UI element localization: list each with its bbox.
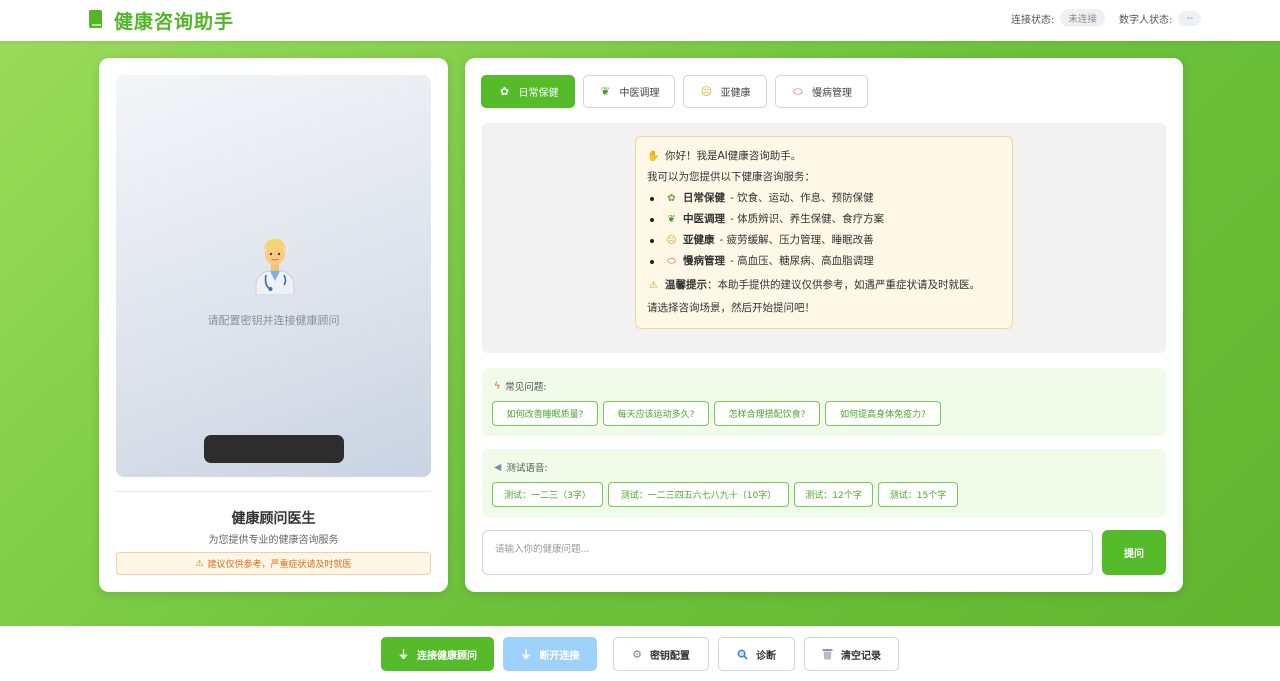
intro-line: 我可以为您提供以下健康咨询服务：: [647, 171, 815, 184]
key-config-label: 密钥配置: [649, 650, 690, 662]
service-desc: - 高血压、糖尿病、高血脂调理: [730, 255, 874, 268]
avatar-card: 请配置密钥并连接健康顾问 健康顾问医生 为您提供专业的健康咨询服务 ⚠ 建议仅供…: [99, 58, 448, 592]
bullet: [650, 238, 654, 243]
medical-disclaimer-text: 建议仅供参考，严重症状请及时就医: [207, 560, 352, 570]
bullet: [650, 259, 654, 264]
avatar-status-badge: --: [1178, 10, 1202, 26]
leaf-icon: ❦: [600, 85, 611, 98]
gear-icon: ⚙: [632, 647, 642, 661]
leaf-icon: ❦: [667, 213, 676, 225]
digital-human-viewport: 请配置密钥并连接健康顾问: [116, 75, 431, 477]
tip-line: ⚠ 温馨提示 ：本助手提供的建议仅供参考，如遇严重症状请及时就医。: [647, 275, 1001, 296]
plug-icon: ⏚: [398, 648, 409, 661]
voice-test-panel: ◀ 测试语音: 测试：一二三（3字） 测试：一二三四五六七八九十（10字） 测试…: [482, 449, 1166, 517]
tip-title: 温馨提示: [665, 279, 707, 292]
avatar-hint: 请配置密钥并连接健康顾问: [207, 314, 340, 327]
service-desc: - 体质辨识、养生保健、食疗方案: [730, 213, 885, 226]
faq-question-button[interactable]: 每天应该运动多久?: [603, 401, 709, 426]
avatar-control-bar: [204, 435, 344, 463]
voice-test-button[interactable]: 测试：一二三四五六七八九十（10字）: [608, 482, 789, 507]
service-title: 日常保健: [683, 192, 725, 205]
tab-chronic[interactable]: ⬭ 慢病管理: [775, 75, 868, 108]
tab-sub-health[interactable]: ☹ 亚健康: [683, 75, 767, 108]
list-item: ✿ 日常保健 - 饮食、运动、作息、预防保健: [647, 188, 1001, 209]
service-title: 亚健康: [683, 234, 715, 247]
diagnose-label: 诊断: [756, 650, 776, 662]
greeting-line: ✋ 你好！我是AI健康咨询助手。: [647, 146, 1001, 167]
voice-test-button[interactable]: 测试：15个字: [878, 482, 958, 507]
connection-status-badge: 未连接: [1060, 9, 1105, 27]
clear-history-label: 清空记录: [841, 650, 881, 662]
footer-toolbar: ⏚ 连接健康顾问 ⏚ 断开连接 ⚙ 密钥配置 诊断 清空记录: [0, 626, 1280, 681]
bullet: [650, 217, 654, 222]
service-title: 中医调理: [683, 213, 725, 226]
chat-history: ✋ 你好！我是AI健康咨询助手。 我可以为您提供以下健康咨询服务： ✿ 日常保健…: [482, 123, 1166, 353]
avatar-status: 数字人状态: --: [1119, 9, 1202, 27]
doctor-description: 为您提供专业的健康咨询服务: [208, 535, 339, 546]
chat-card: ✿ 日常保健 ❦ 中医调理 ☹ 亚健康 ⬭ 慢病管理 ✋ 你好！我是AI健康咨询…: [465, 58, 1183, 592]
tab-label: 慢病管理: [812, 88, 852, 99]
book-logo-icon: [88, 10, 102, 28]
warning-icon: ⚠: [195, 558, 204, 569]
pill-icon: ⬭: [793, 84, 803, 98]
sprout-icon: ✿: [499, 85, 510, 98]
pill-icon: ⬭: [667, 255, 676, 267]
service-desc: - 饮食、运动、作息、预防保健: [730, 192, 874, 205]
medical-disclaimer: ⚠ 建议仅供参考，严重症状请及时就医: [116, 552, 431, 575]
list-item: ❦ 中医调理 - 体质辨识、养生保健、食疗方案: [647, 209, 1001, 230]
tab-daily-care[interactable]: ✿ 日常保健: [481, 75, 575, 108]
voice-test-title: ◀ 测试语音:: [494, 460, 548, 475]
faq-title: ϟ 常见问题:: [494, 379, 547, 394]
connection-status-label: 连接状态:: [1011, 14, 1055, 26]
bullet: [650, 196, 654, 201]
app-title: 健康咨询助手: [114, 11, 235, 33]
faq-question-button[interactable]: 如何提高身体免疫力?: [825, 401, 941, 426]
clear-history-button[interactable]: 清空记录: [804, 637, 899, 671]
greeting-text: 你好！我是AI健康咨询助手。: [665, 150, 802, 163]
closing-line: 请选择咨询场景，然后开始提问吧！: [647, 302, 815, 315]
speaker-icon: ◀: [494, 461, 502, 473]
service-title: 慢病管理: [683, 255, 725, 268]
faq-title-text: 常见问题:: [505, 382, 547, 393]
magnifier-icon: [737, 649, 748, 660]
trash-icon: [822, 649, 833, 660]
diagnose-button[interactable]: 诊断: [718, 637, 795, 671]
voice-test-button[interactable]: 测试：12个字: [794, 482, 873, 507]
tip-text: ：本助手提供的建议仅供参考，如遇严重症状请及时就医。: [707, 279, 980, 292]
service-desc: - 疲劳缓解、压力管理、睡眠改善: [719, 234, 874, 247]
tab-label: 中医调理: [619, 88, 660, 99]
tab-tcm[interactable]: ❦ 中医调理: [583, 75, 675, 108]
list-item: ⬭ 慢病管理 - 高血压、糖尿病、高血脂调理: [647, 251, 1001, 272]
disconnect-label: 断开连接: [539, 650, 580, 662]
connect-label: 连接健康顾问: [417, 650, 477, 662]
ask-button[interactable]: 提问: [1102, 530, 1166, 575]
tired-face-icon: ☹: [666, 234, 677, 246]
wave-hand-icon: ✋: [647, 150, 660, 162]
welcome-message: ✋ 你好！我是AI健康咨询助手。 我可以为您提供以下健康咨询服务： ✿ 日常保健…: [635, 136, 1013, 329]
app-header: 健康咨询助手 连接状态: 未连接 数字人状态: --: [0, 0, 1280, 41]
warning-icon: ⚠: [649, 279, 658, 291]
unplug-icon: ⏚: [520, 648, 532, 661]
key-config-button[interactable]: ⚙ 密钥配置: [613, 637, 709, 671]
disconnect-button[interactable]: ⏚ 断开连接: [503, 637, 597, 671]
voice-test-button[interactable]: 测试：一二三（3字）: [492, 482, 603, 507]
tired-face-icon: ☹: [700, 85, 713, 98]
sprout-icon: ✿: [667, 192, 676, 204]
faq-question-button[interactable]: 如何改善睡眠质量?: [492, 401, 598, 426]
voice-test-title-text: 测试语音:: [506, 463, 548, 474]
lightning-icon: ϟ: [494, 380, 501, 392]
question-input[interactable]: 请输入你的健康问题...: [482, 530, 1093, 575]
connection-status: 连接状态: 未连接: [1011, 9, 1105, 27]
doctor-icon: [255, 239, 295, 295]
tab-label: 日常保健: [518, 88, 559, 99]
faq-panel: ϟ 常见问题: 如何改善睡眠质量? 每天应该运动多久? 怎样合理搭配饮食? 如何…: [482, 368, 1166, 436]
doctor-name: 健康顾问医生: [231, 511, 316, 527]
faq-question-button[interactable]: 怎样合理搭配饮食?: [714, 401, 820, 426]
tab-label: 亚健康: [720, 88, 751, 99]
avatar-status-label: 数字人状态:: [1119, 14, 1173, 26]
list-item: ☹ 亚健康 - 疲劳缓解、压力管理、睡眠改善: [647, 230, 1001, 251]
connect-button[interactable]: ⏚ 连接健康顾问: [381, 637, 494, 671]
divider: [116, 491, 431, 492]
